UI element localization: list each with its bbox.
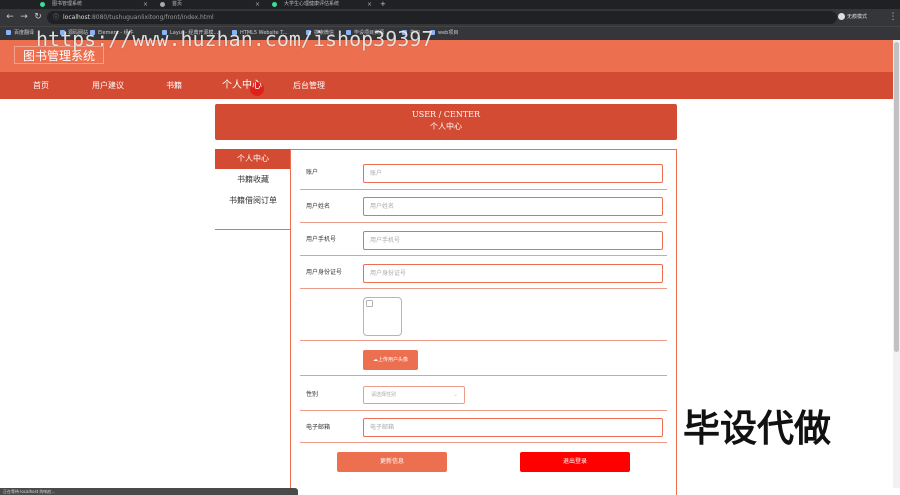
tab-title: 图书管理系统 xyxy=(52,1,83,7)
row-divider xyxy=(300,189,667,190)
panel-title-en: USER / CENTER xyxy=(411,110,481,119)
phone-label: 用户手机号 xyxy=(306,236,337,243)
name-input[interactable] xyxy=(363,197,663,216)
avatar-preview xyxy=(363,297,402,336)
account-label: 账户 xyxy=(306,169,319,176)
menu-icon[interactable]: ⋮ xyxy=(887,9,899,26)
gender-select[interactable]: 请选择性别 ⌄ xyxy=(363,386,465,404)
promo-text: 毕设代做 xyxy=(683,407,831,450)
row-divider xyxy=(300,288,667,289)
browser-tab[interactable]: 首页 × xyxy=(150,0,262,9)
tab-title: 大学生心理健康评估系统 xyxy=(284,1,340,7)
phone-input[interactable] xyxy=(363,231,663,250)
info-icon: ⓘ xyxy=(53,14,60,21)
nav-admin[interactable]: 后台管理 xyxy=(293,72,325,99)
idcard-label: 用户身份证号 xyxy=(306,269,343,276)
panel-header: USER / CENTER 个人中心 xyxy=(215,104,677,140)
tab-title: 首页 xyxy=(172,1,183,7)
nav-home[interactable]: 首页 xyxy=(33,72,49,99)
side-menu-divider xyxy=(215,229,291,230)
email-input[interactable] xyxy=(363,418,663,437)
browser-tab-active[interactable]: 图书管理系统 × xyxy=(30,0,150,9)
bookmark-item[interactable]: 百度翻译 xyxy=(6,29,34,37)
forward-icon[interactable]: → xyxy=(18,9,30,26)
main-nav xyxy=(0,72,893,99)
row-divider xyxy=(300,442,667,443)
email-label: 电子邮箱 xyxy=(306,424,331,431)
new-tab-button[interactable]: + xyxy=(380,0,386,9)
account-input[interactable] xyxy=(363,164,663,183)
update-info-button[interactable]: 更新信息 xyxy=(337,452,447,472)
tab-favicon-icon xyxy=(40,2,45,7)
nav-books[interactable]: 书籍 xyxy=(166,72,182,99)
close-tab-icon[interactable]: × xyxy=(367,0,372,9)
row-divider xyxy=(300,375,667,376)
profile-button[interactable]: 无痕模式 xyxy=(838,11,886,24)
tab-favicon-icon xyxy=(272,2,277,7)
gender-placeholder: 请选择性别 xyxy=(371,392,397,398)
close-tab-icon[interactable]: × xyxy=(143,0,148,9)
nav-suggestions[interactable]: 用户建议 xyxy=(92,72,124,99)
nav-user-center[interactable]: 个人中心 xyxy=(222,72,262,99)
url-host: localhost xyxy=(63,14,90,21)
side-item-user-center[interactable]: 个人中心 xyxy=(215,149,291,169)
profile-label: 无痕模式 xyxy=(847,14,868,20)
watermark-text: https://www.huzhan.com/ishop39397 xyxy=(36,27,434,51)
gender-label: 性别 xyxy=(306,391,319,398)
upload-avatar-label: 上传用户头像 xyxy=(377,357,408,363)
row-divider xyxy=(300,410,667,411)
reload-icon[interactable]: ↻ xyxy=(32,9,44,26)
scrollbar-thumb[interactable] xyxy=(894,42,899,352)
tab-favicon-icon xyxy=(160,2,165,7)
status-bar: 正在等待 localhost 的响应... xyxy=(0,488,298,495)
side-item-borrow-orders[interactable]: 书籍借阅订单 xyxy=(215,191,291,211)
row-divider xyxy=(300,222,667,223)
browser-tab[interactable]: 大学生心理健康评估系统 × xyxy=(262,0,374,9)
url-path: :8080/tushuguanlixitong/front/index.html xyxy=(89,14,214,21)
back-icon[interactable]: ← xyxy=(4,9,16,26)
side-item-favorites[interactable]: 书籍收藏 xyxy=(215,170,291,190)
row-divider xyxy=(300,340,667,341)
avatar-icon xyxy=(838,13,845,20)
bookmark-item[interactable]: web项目 xyxy=(430,29,458,37)
idcard-input[interactable] xyxy=(363,264,663,283)
logout-button[interactable]: 退出登录 xyxy=(520,452,630,472)
upload-avatar-button[interactable]: ☁上传用户头像 xyxy=(363,350,418,370)
panel-title-cn: 个人中心 xyxy=(430,122,462,131)
address-bar[interactable]: ⓘ localhost:8080/tushuguanlixitong/front/… xyxy=(47,11,837,24)
chevron-down-icon: ⌄ xyxy=(452,391,458,398)
close-tab-icon[interactable]: × xyxy=(255,0,260,9)
row-divider xyxy=(300,255,667,256)
name-label: 用户姓名 xyxy=(306,203,331,210)
